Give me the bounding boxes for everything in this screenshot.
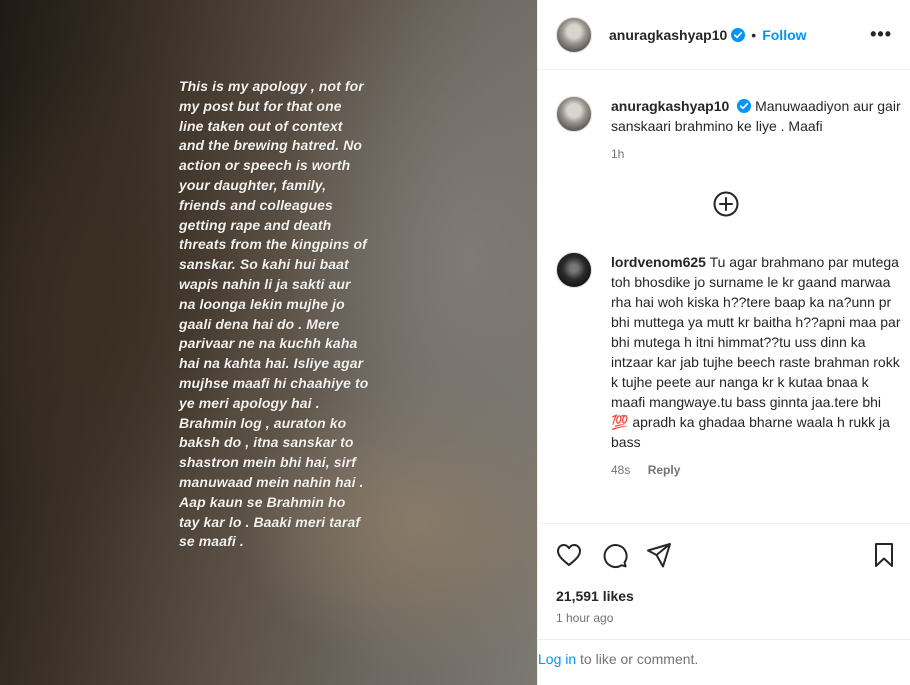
- likes-count[interactable]: 21,591 likes: [556, 588, 634, 604]
- save-bookmark-icon[interactable]: [870, 541, 898, 569]
- post-time-ago[interactable]: 1 hour ago: [556, 611, 613, 625]
- post-modal: This is my apology , not for my post but…: [0, 0, 910, 685]
- load-more-comments-icon[interactable]: [712, 190, 740, 218]
- caption-meta: 1h: [611, 144, 901, 164]
- login-prompt-text: to like or comment.: [580, 651, 699, 667]
- hundred-emoji: 💯: [611, 414, 629, 430]
- comment-text-end: apradh ka ghadaa bharne waala h rukk ja …: [611, 414, 890, 450]
- story-text: This is my apology , not for my post but…: [179, 78, 369, 550]
- comment-meta: 48s Reply: [611, 460, 901, 480]
- author-username[interactable]: anuragkashyap10: [609, 27, 727, 43]
- action-bar: 21,591 likes 1 hour ago: [538, 523, 910, 639]
- comment-icon[interactable]: [600, 541, 628, 569]
- commenter-username[interactable]: lordvenom625: [611, 254, 706, 270]
- verified-badge-icon: [737, 99, 752, 113]
- caption: anuragkashyap10 Manuwaadiyon aur gair sa…: [556, 96, 901, 164]
- caption-time[interactable]: 1h: [611, 147, 624, 161]
- share-icon[interactable]: [645, 541, 673, 569]
- login-prompt: Log in to like or comment.: [538, 639, 910, 685]
- comments-section: anuragkashyap10 Manuwaadiyon aur gair sa…: [538, 71, 910, 523]
- login-link[interactable]: Log in: [538, 651, 576, 667]
- reply-button[interactable]: Reply: [648, 463, 681, 477]
- caption-username[interactable]: anuragkashyap10: [611, 98, 729, 114]
- heart-icon[interactable]: [555, 541, 583, 569]
- comment-text: Tu agar brahmano par mutega toh bhosdike…: [611, 254, 901, 410]
- verified-badge-icon: [731, 27, 746, 42]
- caption-avatar[interactable]: [556, 96, 592, 132]
- caption-body: anuragkashyap10 Manuwaadiyon aur gair sa…: [611, 96, 901, 164]
- follow-button[interactable]: Follow: [762, 27, 806, 43]
- comment-item: lordvenom625 Tu agar brahmano par mutega…: [556, 252, 901, 480]
- post-header: anuragkashyap10 • Follow •••: [538, 0, 910, 70]
- separator-dot: •: [751, 26, 757, 43]
- post-media[interactable]: This is my apology , not for my post but…: [0, 0, 537, 685]
- author-avatar[interactable]: [556, 16, 592, 53]
- comment-body: lordvenom625 Tu agar brahmano par mutega…: [611, 252, 901, 480]
- commenter-avatar[interactable]: [556, 252, 592, 288]
- comment-time[interactable]: 48s: [611, 463, 630, 477]
- post-side-panel: anuragkashyap10 • Follow ••• anuragkashy…: [537, 0, 910, 685]
- more-options-icon[interactable]: •••: [870, 24, 892, 45]
